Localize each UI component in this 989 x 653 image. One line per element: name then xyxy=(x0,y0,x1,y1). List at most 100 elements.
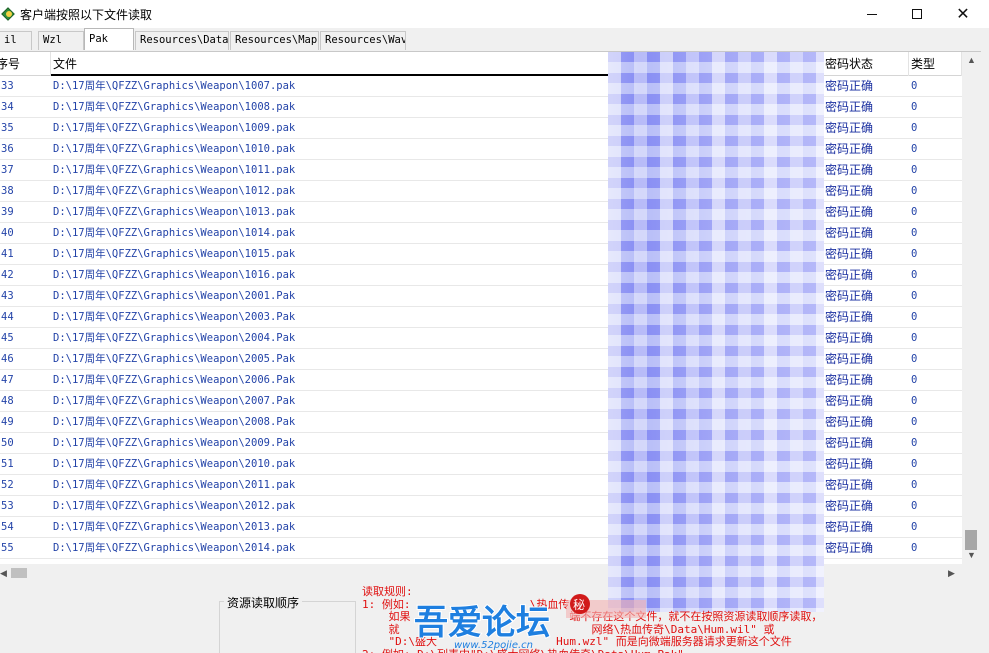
table-row[interactable]: 52 D:\17周年\QFZZ\Graphics\Weapon\2011.pak 密… xyxy=(0,475,962,496)
row-password-status: 密码正确 xyxy=(825,478,874,492)
row-password xyxy=(623,202,821,223)
row-file-path: D:\17周年\QFZZ\Graphics\Weapon\1015.pak xyxy=(53,248,296,260)
row-password-status: 密码正确 xyxy=(825,310,874,324)
row-type: 0 xyxy=(911,479,918,491)
row-password xyxy=(623,370,821,391)
scroll-right-icon[interactable]: ▶ xyxy=(948,564,960,582)
table-row[interactable]: 48 D:\17周年\QFZZ\Graphics\Weapon\2007.Pak 密… xyxy=(0,391,962,412)
vertical-scrollbar[interactable]: ▲ ▼ xyxy=(962,52,981,564)
row-index: 37 xyxy=(1,164,14,176)
row-password-status: 密码正确 xyxy=(825,163,874,177)
row-file-path: D:\17周年\QFZZ\Graphics\Weapon\1009.pak xyxy=(53,122,296,134)
scrollbar-corner xyxy=(962,564,981,582)
row-password xyxy=(623,538,821,559)
table-row[interactable]: 44 D:\17周年\QFZZ\Graphics\Weapon\2003.Pak 密… xyxy=(0,307,962,328)
row-file-path: D:\17周年\QFZZ\Graphics\Weapon\2011.pak xyxy=(53,479,296,491)
table-row[interactable]: 42 D:\17周年\QFZZ\Graphics\Weapon\1016.pak 密… xyxy=(0,265,962,286)
row-index: 46 xyxy=(1,353,14,365)
table-row[interactable]: 55 D:\17周年\QFZZ\Graphics\Weapon\2014.pak 密… xyxy=(0,538,962,559)
minimize-icon xyxy=(867,13,877,15)
row-password-status: 密码正确 xyxy=(825,520,874,534)
table-row[interactable]: 38 D:\17周年\QFZZ\Graphics\Weapon\1012.pak 密… xyxy=(0,181,962,202)
row-file-path: D:\17周年\QFZZ\Graphics\Weapon\1014.pak xyxy=(53,227,296,239)
tab-resources-map[interactable]: Resources\Map xyxy=(230,31,319,50)
row-index: 51 xyxy=(1,458,14,470)
table-row[interactable]: 53 D:\17周年\QFZZ\Graphics\Weapon\2012.pak 密… xyxy=(0,496,962,517)
row-password xyxy=(623,517,821,538)
tab-resources-wav[interactable]: Resources\Wav xyxy=(320,31,406,50)
row-index: 36 xyxy=(1,143,14,155)
column-header-file[interactable]: 文件 xyxy=(51,52,623,76)
row-password-status: 密码正确 xyxy=(825,352,874,366)
table-row[interactable]: 49 D:\17周年\QFZZ\Graphics\Weapon\2008.Pak 密… xyxy=(0,412,962,433)
column-header-password[interactable]: 密码 xyxy=(623,52,823,76)
row-password xyxy=(623,139,821,160)
table-row[interactable]: 47 D:\17周年\QFZZ\Graphics\Weapon\2006.Pak 密… xyxy=(0,370,962,391)
row-file-path: D:\17周年\QFZZ\Graphics\Weapon\1010.pak xyxy=(53,143,296,155)
read-order-label: 资源读取顺序 xyxy=(224,594,303,611)
table-row[interactable]: 54 D:\17周年\QFZZ\Graphics\Weapon\2013.pak 密… xyxy=(0,517,962,538)
row-type: 0 xyxy=(911,248,918,260)
row-file-path: D:\17周年\QFZZ\Graphics\Weapon\1011.pak xyxy=(53,164,296,176)
horizontal-scroll-thumb[interactable] xyxy=(11,568,27,578)
row-index: 54 xyxy=(1,521,14,533)
scroll-up-icon[interactable]: ▲ xyxy=(962,52,981,69)
row-password xyxy=(623,244,821,265)
row-index: 38 xyxy=(1,185,14,197)
row-index: 39 xyxy=(1,206,14,218)
title-bar: 客户端按照以下文件读取 ✕ xyxy=(0,0,989,28)
row-password xyxy=(623,223,821,244)
row-index: 33 xyxy=(1,80,14,92)
table-row[interactable]: 36 D:\17周年\QFZZ\Graphics\Weapon\1010.pak 密… xyxy=(0,139,962,160)
tab-pak[interactable]: Pak xyxy=(84,28,134,50)
tab-wzl[interactable]: Wzl xyxy=(38,31,84,50)
row-file-path: D:\17周年\QFZZ\Graphics\Weapon\2009.Pak xyxy=(53,437,296,449)
scroll-down-icon[interactable]: ▼ xyxy=(962,547,981,564)
column-header-type[interactable]: 类型 xyxy=(909,52,962,76)
list-rows: 33 D:\17周年\QFZZ\Graphics\Weapon\1007.pak 密… xyxy=(0,76,962,564)
row-password-status: 密码正确 xyxy=(825,226,874,240)
tab-resources-data[interactable]: Resources\Data xyxy=(135,31,229,50)
maximize-button[interactable] xyxy=(894,0,940,28)
tab-wil[interactable]: il xyxy=(0,31,32,50)
row-password xyxy=(623,454,821,475)
row-password xyxy=(623,328,821,349)
row-type: 0 xyxy=(911,353,918,365)
scroll-left-icon[interactable]: ◀ xyxy=(0,564,10,582)
row-password-status: 密码正确 xyxy=(825,100,874,114)
row-file-path: D:\17周年\QFZZ\Graphics\Weapon\1007.pak xyxy=(53,80,296,92)
row-password-status: 密码正确 xyxy=(825,205,874,219)
row-type: 0 xyxy=(911,80,918,92)
table-row[interactable]: 39 D:\17周年\QFZZ\Graphics\Weapon\1013.pak 密… xyxy=(0,202,962,223)
table-row[interactable]: 46 D:\17周年\QFZZ\Graphics\Weapon\2005.Pak 密… xyxy=(0,349,962,370)
table-row[interactable]: 37 D:\17周年\QFZZ\Graphics\Weapon\1011.pak 密… xyxy=(0,160,962,181)
row-password xyxy=(623,475,821,496)
column-header-password-status[interactable]: 密码状态 xyxy=(823,52,909,76)
table-row[interactable]: 40 D:\17周年\QFZZ\Graphics\Weapon\1014.pak 密… xyxy=(0,223,962,244)
row-type: 0 xyxy=(911,122,918,134)
row-type: 0 xyxy=(911,164,918,176)
table-row[interactable]: 50 D:\17周年\QFZZ\Graphics\Weapon\2009.Pak 密… xyxy=(0,433,962,454)
horizontal-scrollbar[interactable]: ◀ ▶ xyxy=(0,564,962,582)
window-title: 客户端按照以下文件读取 xyxy=(20,7,153,22)
row-file-path: D:\17周年\QFZZ\Graphics\Weapon\2013.pak xyxy=(53,521,296,533)
file-list-view[interactable]: 序号 文件 密码 密码状态 类型 33 D:\17周年\QFZZ\Graphics… xyxy=(0,51,981,582)
app-icon xyxy=(1,7,16,21)
row-type: 0 xyxy=(911,206,918,218)
close-button[interactable]: ✕ xyxy=(940,0,986,28)
row-password xyxy=(623,496,821,517)
table-row[interactable]: 43 D:\17周年\QFZZ\Graphics\Weapon\2001.Pak 密… xyxy=(0,286,962,307)
row-password-status: 密码正确 xyxy=(825,331,874,345)
table-row[interactable]: 45 D:\17周年\QFZZ\Graphics\Weapon\2004.Pak 密… xyxy=(0,328,962,349)
row-type: 0 xyxy=(911,311,918,323)
row-type: 0 xyxy=(911,332,918,344)
table-row[interactable]: 41 D:\17周年\QFZZ\Graphics\Weapon\1015.pak 密… xyxy=(0,244,962,265)
table-row[interactable]: 35 D:\17周年\QFZZ\Graphics\Weapon\1009.pak 密… xyxy=(0,118,962,139)
table-row[interactable]: 51 D:\17周年\QFZZ\Graphics\Weapon\2010.pak 密… xyxy=(0,454,962,475)
table-row[interactable]: 34 D:\17周年\QFZZ\Graphics\Weapon\1008.pak 密… xyxy=(0,97,962,118)
minimize-button[interactable] xyxy=(849,0,895,28)
column-header-index[interactable]: 序号 xyxy=(0,52,51,76)
row-file-path: D:\17周年\QFZZ\Graphics\Weapon\2014.pak xyxy=(53,542,296,554)
table-row[interactable]: 33 D:\17周年\QFZZ\Graphics\Weapon\1007.pak 密… xyxy=(0,76,962,97)
row-password-status: 密码正确 xyxy=(825,373,874,387)
